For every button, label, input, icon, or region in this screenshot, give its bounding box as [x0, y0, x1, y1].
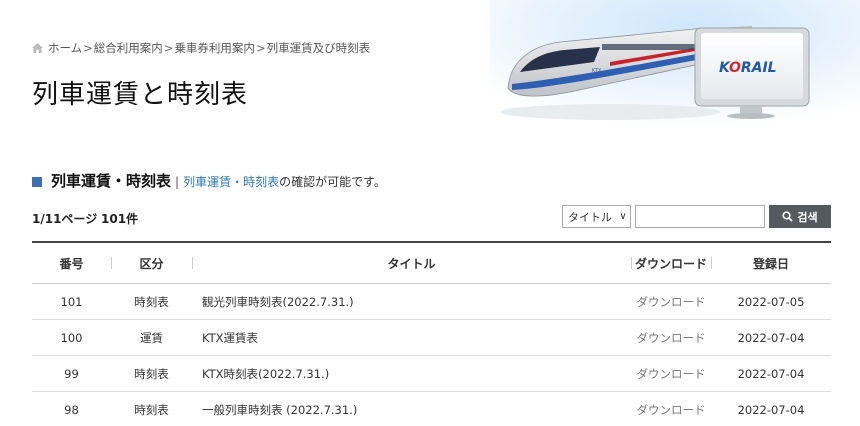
page-title: 列車運賃と時刻表 — [32, 80, 249, 110]
home-icon[interactable] — [32, 43, 43, 53]
table-row: 99 時刻表 KTX時刻表(2022.7.31.) ダウンロード 2022-07… — [32, 356, 831, 392]
total-count: 101件 — [101, 212, 139, 226]
row-title-link[interactable]: 観光列車時刻表(2022.7.31.) — [192, 294, 631, 310]
search-button[interactable]: 검색 — [769, 205, 831, 228]
row-number: 98 — [64, 402, 79, 417]
chevron-down-icon: ∨ — [619, 211, 627, 222]
timetable-list: 番号 区分 タイトル ダウンロード 登録日 101 時刻表 観光列車時刻表(20… — [32, 241, 831, 426]
row-title-link[interactable]: KTX運賃表 — [192, 330, 631, 346]
row-date: 2022-07-04 — [737, 402, 805, 417]
table-row: 98 時刻表 一般列車時刻表 (2022.7.31.) ダウンロード 2022-… — [32, 392, 831, 426]
row-number: 99 — [64, 366, 79, 381]
row-title-link[interactable]: 一般列車時刻表 (2022.7.31.) — [192, 402, 631, 418]
search-field-select[interactable]: タイトル ∨ — [562, 205, 631, 228]
monitor-image: KORAIL — [694, 27, 810, 119]
section-link[interactable]: 列車運賃・時刻表 — [183, 173, 279, 190]
section-title: 列車運賃・時刻表 — [51, 172, 172, 190]
row-download-link[interactable]: ダウンロード — [631, 366, 711, 382]
row-date: 2022-07-04 — [737, 366, 805, 381]
row-number: 101 — [60, 294, 83, 309]
row-category: 時刻表 — [134, 366, 169, 381]
table-header: 番号 区分 タイトル ダウンロード 登録日 — [32, 241, 831, 284]
breadcrumb-ticket-guide[interactable]: 乗車券利用案内 — [174, 40, 255, 56]
table-row: 101 時刻表 観光列車時刻表(2022.7.31.) ダウンロード 2022-… — [32, 284, 831, 320]
header-number: 番号 — [59, 256, 84, 271]
breadcrumb-current: 列車運賃及び時刻表 — [266, 41, 371, 55]
header-category: 区分 — [111, 255, 192, 272]
row-number: 100 — [60, 330, 83, 345]
hero-illustration: KTX KORAIL — [490, 0, 860, 135]
section-description: の確認が可能です。 — [279, 175, 386, 189]
row-title-link[interactable]: KTX時刻表(2022.7.31.) — [192, 366, 631, 382]
row-category: 時刻表 — [134, 402, 169, 417]
breadcrumb-guide[interactable]: 総合利用案内 — [94, 40, 163, 56]
breadcrumb: ホーム > 総合利用案内 > 乗車券利用案内 > 列車運賃及び時刻表 — [32, 40, 370, 56]
page-info: 1/11ページ — [32, 212, 98, 226]
breadcrumb-home[interactable]: ホーム — [48, 40, 82, 56]
section-divider: | — [175, 175, 180, 189]
row-download-link[interactable]: ダウンロード — [631, 294, 711, 310]
breadcrumb-separator: > — [255, 41, 266, 55]
korail-logo: KORAIL — [719, 60, 777, 76]
row-download-link[interactable]: ダウンロード — [631, 402, 711, 418]
header-date: 登録日 — [711, 255, 831, 272]
train-badge: KTX — [592, 68, 602, 74]
row-date: 2022-07-05 — [737, 294, 805, 309]
header-title: タイトル — [192, 255, 631, 272]
breadcrumb-separator: > — [163, 41, 174, 55]
search-icon — [782, 211, 794, 222]
row-category: 時刻表 — [134, 294, 169, 309]
search-input[interactable] — [635, 205, 765, 228]
row-date: 2022-07-04 — [737, 330, 805, 345]
header-download: ダウンロード — [631, 255, 711, 272]
search-select-value: タイトル — [568, 210, 612, 224]
row-category: 運賃 — [140, 330, 163, 345]
section-heading: 列車運賃・時刻表 | 列車運賃・時刻表 の確認が可能です。 — [32, 170, 386, 191]
row-download-link[interactable]: ダウンロード — [631, 330, 711, 346]
breadcrumb-separator: > — [83, 41, 93, 55]
result-count: 1/11ページ 101件 — [32, 210, 138, 227]
table-row: 100 運賃 KTX運賃表 ダウンロード 2022-07-04 — [32, 320, 831, 356]
search-button-label: 검색 — [797, 210, 818, 224]
section-marker-icon — [32, 177, 42, 187]
